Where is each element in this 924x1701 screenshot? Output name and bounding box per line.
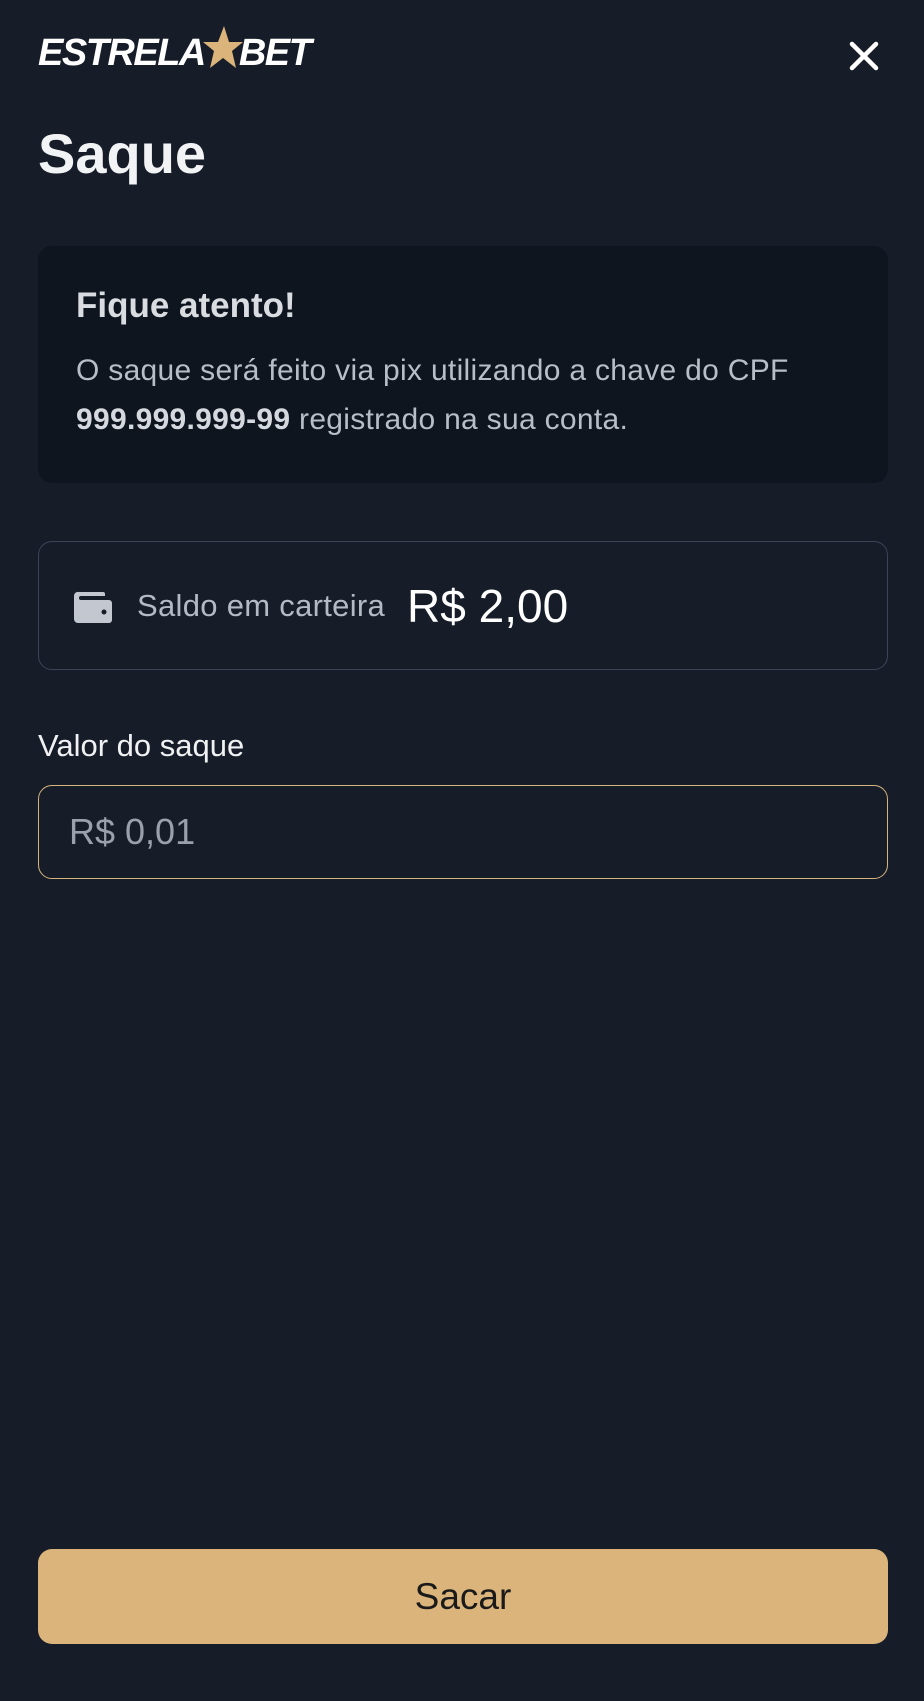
brand-name-left: ESTRELA (38, 31, 206, 74)
close-button[interactable] (842, 34, 886, 78)
page-title: Saque (38, 122, 207, 185)
wallet-icon (73, 591, 112, 623)
star-icon (202, 26, 243, 68)
close-icon (849, 41, 879, 71)
wallet-label: Saldo em carteira (137, 587, 386, 623)
brand-name-right: BET (238, 31, 312, 74)
notice-cpf: 999.999.999-99 (76, 403, 291, 436)
notice-text-before: O saque será feito via pix utilizando a … (76, 354, 789, 387)
notice-title: Fique atento! (76, 286, 296, 325)
notice-text-after: registrado na sua conta. (290, 403, 629, 436)
withdraw-submit-button[interactable]: Sacar (38, 1549, 888, 1644)
header: ESTRELA BET (38, 26, 886, 84)
wallet-balance-value: R$ 2,00 (407, 579, 569, 632)
withdraw-amount-label: Valor do saque (38, 728, 245, 763)
brand-logo: ESTRELA BET (38, 26, 312, 78)
notice-text: O saque será feito via pix utilizando a … (76, 346, 850, 444)
notice-box: Fique atento! O saque será feito via pix… (38, 246, 888, 483)
withdraw-amount-input[interactable] (38, 785, 888, 879)
wallet-balance-box: Saldo em carteira R$ 2,00 (38, 541, 888, 670)
